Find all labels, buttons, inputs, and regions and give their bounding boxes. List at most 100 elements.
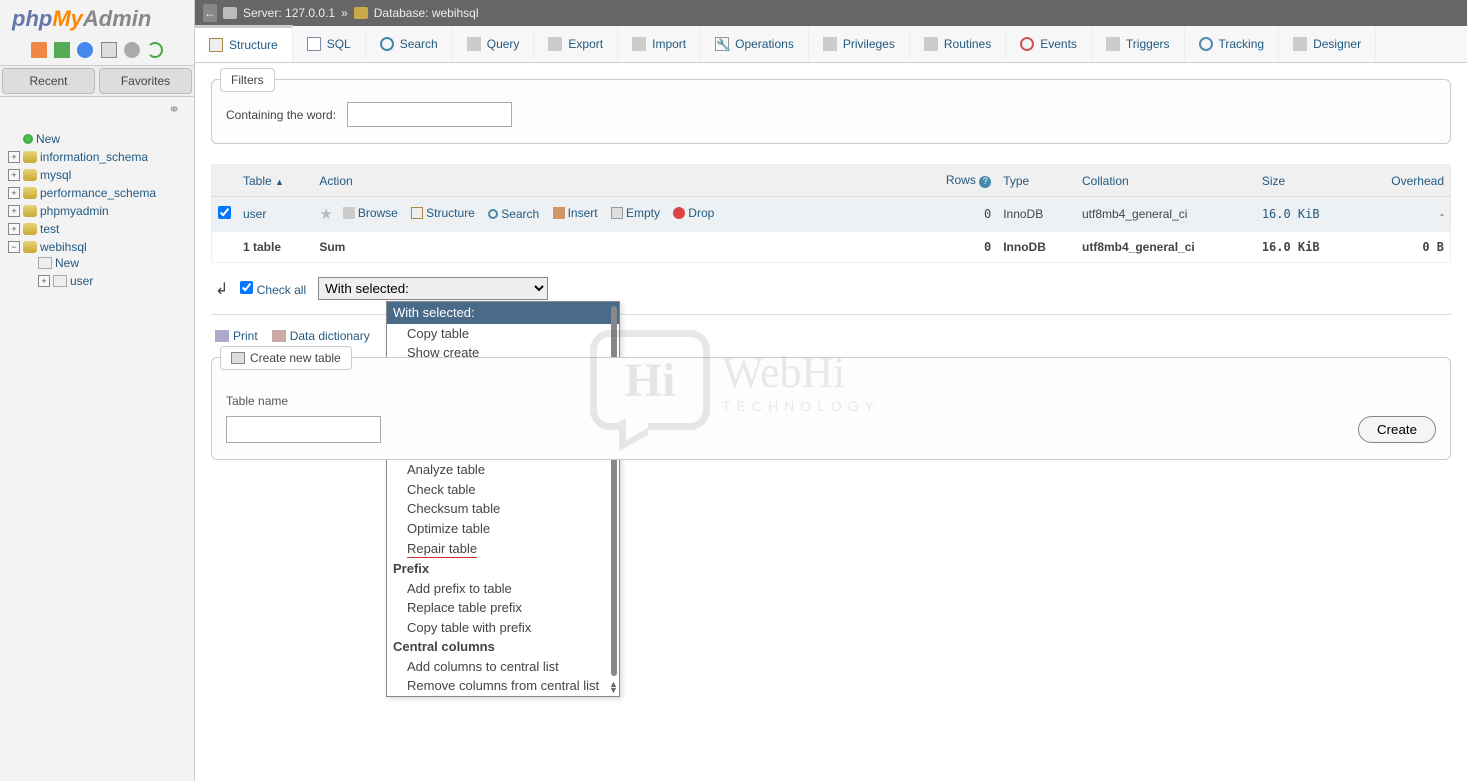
dd-replace-prefix[interactable]: Replace table prefix <box>387 598 619 618</box>
tab-designer[interactable]: Designer <box>1279 26 1376 62</box>
tab-search[interactable]: Search <box>366 26 453 62</box>
col-size[interactable]: Size <box>1256 165 1357 197</box>
dd-add-prefix[interactable]: Add prefix to table <box>387 579 619 599</box>
create-button[interactable]: Create <box>1358 416 1436 443</box>
reload-icon[interactable] <box>147 42 163 58</box>
action-insert[interactable]: Insert <box>553 206 598 220</box>
privileges-icon <box>823 37 837 51</box>
export-icon <box>548 37 562 51</box>
expand-icon[interactable]: + <box>8 151 20 163</box>
tab-export[interactable]: Export <box>534 26 618 62</box>
info-icon[interactable]: ? <box>979 176 991 188</box>
action-browse[interactable]: Browse <box>343 206 398 220</box>
home-icon[interactable] <box>31 42 47 58</box>
sum-overhead: 0 B <box>1356 232 1450 263</box>
triggers-icon <box>1106 37 1120 51</box>
expand-icon[interactable]: + <box>8 223 20 235</box>
col-type[interactable]: Type <box>997 165 1076 197</box>
nav-new-table[interactable]: New <box>55 256 79 270</box>
gear-icon[interactable] <box>124 42 140 58</box>
exit-icon[interactable] <box>54 42 70 58</box>
nav-db-information_schema[interactable]: information_schema <box>40 150 148 164</box>
tables-list: Table ▲ Action Rows ? Type Collation Siz… <box>211 164 1451 263</box>
browse-icon <box>343 207 355 219</box>
nav-back-icon[interactable]: ← <box>203 4 217 22</box>
favorite-icon[interactable]: ★ <box>319 206 332 223</box>
tab-sql[interactable]: SQL <box>293 26 366 62</box>
nav-db-performance_schema[interactable]: performance_schema <box>40 186 156 200</box>
logo[interactable]: phpMyAdmin <box>0 0 194 38</box>
expand-icon[interactable]: + <box>8 169 20 181</box>
dropdown-spinner-icon[interactable]: ▲▼ <box>609 681 617 693</box>
nav-new[interactable]: New <box>36 132 60 146</box>
arrow-up-icon: ↳ <box>215 279 228 299</box>
tab-privileges[interactable]: Privileges <box>809 26 910 62</box>
action-search[interactable]: Search <box>488 207 539 221</box>
action-structure[interactable]: Structure <box>411 206 475 220</box>
collapse-icon[interactable]: − <box>8 241 20 253</box>
tab-events[interactable]: Events <box>1006 26 1092 62</box>
filter-label: Containing the word: <box>226 108 336 122</box>
tab-operations[interactable]: 🔧Operations <box>701 26 809 62</box>
breadcrumb-database[interactable]: Database: webihsql <box>374 6 479 20</box>
col-action: Action <box>313 165 914 197</box>
check-all-checkbox[interactable] <box>240 281 253 294</box>
query-icon <box>467 37 481 51</box>
dd-remove-central[interactable]: Remove columns from central list <box>387 676 619 696</box>
dd-checksum[interactable]: Checksum table <box>387 499 619 519</box>
breadcrumb-server[interactable]: Server: 127.0.0.1 <box>243 6 335 20</box>
nav-db-webihsql[interactable]: webihsql <box>40 240 87 254</box>
dd-copy-prefix[interactable]: Copy table with prefix <box>387 618 619 638</box>
help-icon[interactable] <box>77 42 93 58</box>
dd-check[interactable]: Check table <box>387 480 619 500</box>
with-selected-dropdown[interactable]: With selected: <box>318 277 548 300</box>
nav-db-mysql[interactable]: mysql <box>40 168 71 182</box>
expand-icon[interactable]: + <box>8 205 20 217</box>
link-data-dictionary[interactable]: Data dictionary <box>272 329 370 343</box>
dd-copy-table[interactable]: Copy table <box>387 324 619 344</box>
tab-tracking[interactable]: Tracking <box>1185 26 1280 62</box>
check-all[interactable]: Check all <box>240 281 306 297</box>
designer-icon <box>1293 37 1307 51</box>
row-checkbox[interactable] <box>218 206 231 219</box>
tab-recent[interactable]: Recent <box>2 68 95 94</box>
expand-icon[interactable]: + <box>8 187 20 199</box>
database-icon <box>23 205 37 217</box>
col-overhead[interactable]: Overhead <box>1356 165 1450 197</box>
create-table-fieldset: Create new table Table name Create <box>211 357 1451 460</box>
col-table[interactable]: Table ▲ <box>237 165 313 197</box>
expand-icon[interactable]: + <box>38 275 50 287</box>
col-collation[interactable]: Collation <box>1076 165 1256 197</box>
dd-header[interactable]: With selected: <box>387 302 619 324</box>
dd-add-central[interactable]: Add columns to central list <box>387 657 619 677</box>
link-print[interactable]: Print <box>215 329 258 343</box>
col-rows[interactable]: Rows ? <box>915 165 998 197</box>
sql-icon[interactable] <box>101 42 117 58</box>
cell-type: InnoDB <box>997 197 1076 232</box>
tab-triggers[interactable]: Triggers <box>1092 26 1185 62</box>
tab-query[interactable]: Query <box>453 26 535 62</box>
table-name-link[interactable]: user <box>243 207 266 221</box>
dd-repair[interactable]: Repair table <box>387 539 619 560</box>
nav-db-phpmyadmin[interactable]: phpmyadmin <box>40 204 109 218</box>
summary-row: 1 table Sum 0 InnoDB utf8mb4_general_ci … <box>212 232 1451 263</box>
nav-table-user[interactable]: user <box>70 274 93 288</box>
dd-analyze[interactable]: Analyze table <box>387 460 619 480</box>
table-icon <box>38 257 52 269</box>
cell-size[interactable]: 16.0 KiB <box>1262 207 1320 221</box>
link-chain-icon[interactable]: ⚭ <box>0 97 194 122</box>
structure-icon <box>209 38 223 52</box>
action-empty[interactable]: Empty <box>611 206 660 220</box>
tab-structure[interactable]: Structure <box>195 25 293 62</box>
sum-type: InnoDB <box>997 232 1076 263</box>
search-icon <box>380 37 394 51</box>
table-name-input[interactable] <box>226 416 381 443</box>
tab-import[interactable]: Import <box>618 26 701 62</box>
filter-input[interactable] <box>347 102 512 127</box>
action-drop[interactable]: Drop <box>673 206 714 220</box>
dd-optimize[interactable]: Optimize table <box>387 519 619 539</box>
nav-db-test[interactable]: test <box>40 222 59 236</box>
tab-routines[interactable]: Routines <box>910 26 1006 62</box>
tab-favorites[interactable]: Favorites <box>99 68 192 94</box>
dd-group-prefix: Prefix <box>387 559 619 579</box>
